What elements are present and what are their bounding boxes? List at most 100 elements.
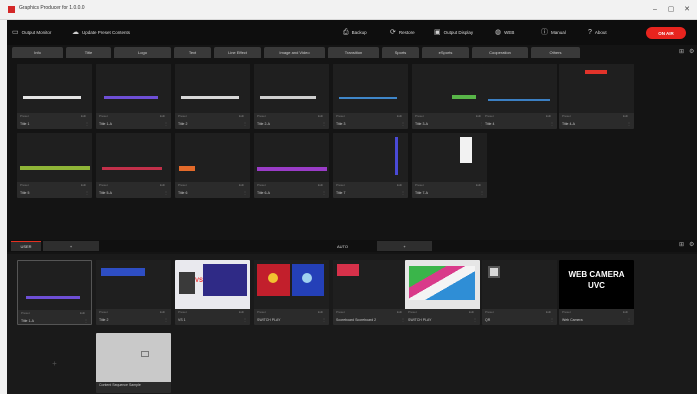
more-icon[interactable]: ⋮ [401,121,405,126]
preset-tile[interactable]: Preset Edit Title 1 ⋮ [17,64,92,129]
about-label: About [594,30,607,35]
tab-info[interactable]: Info [12,47,63,58]
tab-transition[interactable]: Transition [328,47,379,58]
update-contents-button[interactable]: ☁ Update Preset Contents [72,20,130,45]
preset-tile[interactable]: Preset Edit Title 3-A ⋮ [412,64,487,129]
more-icon[interactable]: ⋮ [243,317,247,322]
tile-edit[interactable]: Edit [239,183,244,187]
more-icon[interactable]: ⋮ [322,190,326,195]
preset-tile[interactable]: Preset Edit Title 4 ⋮ [482,64,557,129]
tile-edit[interactable]: Edit [239,310,244,314]
preset-tile[interactable]: Preset Edit Title 2-A ⋮ [254,64,329,129]
more-icon[interactable]: ⋮ [85,121,89,126]
user-preset-tile[interactable]: WEB CAMERA UVC Preset Edit Web Camera ⋮ [559,260,634,325]
tile-edit[interactable]: Edit [469,310,474,314]
user-preset-tile[interactable]: Preset Edit SWITCH PLAY ⋮ [254,260,329,325]
tab-others[interactable]: Others [531,47,580,58]
settings-icon[interactable]: ⚙ [689,48,694,55]
tab-image-and-video[interactable]: Image and Video [264,47,325,58]
maximize-button[interactable]: ▢ [664,4,678,16]
more-icon[interactable]: ⋮ [480,190,484,195]
manual-button[interactable]: ⓘ Manual [541,20,566,45]
more-icon[interactable]: ⋮ [627,121,631,126]
restore-button[interactable]: ⟳ Restore [390,20,415,45]
more-icon[interactable]: ⋮ [164,317,168,322]
tab-esports[interactable]: eSports [422,47,469,58]
tile-edit[interactable]: Edit [81,114,86,118]
tile-edit[interactable]: Edit [476,183,481,187]
minimize-button[interactable]: – [648,4,662,16]
tile-edit[interactable]: Edit [81,183,86,187]
tile-edit[interactable]: Edit [239,114,244,118]
about-button[interactable]: ? About [588,20,607,45]
add-preset-slot[interactable]: + [17,333,92,393]
tab-auto[interactable]: AUTO [330,241,355,251]
preset-tile[interactable]: Preset Edit Title 7-A ⋮ [412,133,487,198]
tile-edit[interactable]: Edit [318,310,323,314]
output-display-button[interactable]: ▣ Output Display [434,20,473,45]
more-icon[interactable]: ⋮ [550,317,554,322]
more-icon[interactable]: ⋮ [550,121,554,126]
user-preset-tile[interactable]: Preset Edit SWITCH PLAY ⋮ [405,260,480,325]
preset-tile[interactable]: Preset Edit Title 1-A ⋮ [96,64,171,129]
on-air-button[interactable]: ON AIR [646,27,686,39]
tile-edit[interactable]: Edit [623,310,628,314]
close-button[interactable]: ✕ [680,4,694,16]
user-preset-tile[interactable]: Preset Edit Title 2 ⋮ [96,260,171,325]
web-button[interactable]: ◍ WEB [495,20,514,45]
preset-tile[interactable]: Preset Edit Title 4-A ⋮ [559,64,634,129]
more-icon[interactable]: ⋮ [627,317,631,322]
more-icon[interactable]: ⋮ [243,121,247,126]
more-icon[interactable]: ⋮ [84,318,88,323]
more-icon[interactable]: ⋮ [322,121,326,126]
more-icon[interactable]: ⋮ [164,121,168,126]
tile-edit[interactable]: Edit [546,114,551,118]
tile-edit[interactable]: Edit [160,114,165,118]
tile-edit[interactable]: Edit [160,310,165,314]
player-graphic [179,272,195,294]
tab-cooperation[interactable]: Cooperation [472,47,528,58]
tab-line-effect[interactable]: Line Effect [214,47,261,58]
tile-edit[interactable]: Edit [476,114,481,118]
user-preset-tile[interactable]: Preset Edit Scoreboard Scoreboard 2 ⋮ [333,260,408,325]
user-preset-tile[interactable]: Preset Edit QR ⋮ [482,260,557,325]
tile-edit[interactable]: Edit [397,183,402,187]
tile-edit[interactable]: Edit [397,114,402,118]
preset-tile[interactable]: Preset Edit Title 3 ⋮ [333,64,408,129]
preset-tile[interactable]: Preset Edit Title 5 ⋮ [17,133,92,198]
tab-text[interactable]: Text [174,47,211,58]
tab-title[interactable]: Title [66,47,111,58]
user-preset-tile[interactable]: Preset Edit Title 1-A ⋮ [17,260,92,325]
tile-edit[interactable]: Edit [318,114,323,118]
update-contents-label: Update Preset Contents [82,30,131,35]
tab-user[interactable]: USER [11,241,41,251]
user-preset-tile[interactable]: Content Sequence Sample [96,333,171,393]
tile-edit[interactable]: Edit [623,114,628,118]
grid-view-icon[interactable]: ⊞ [679,241,684,248]
preset-tile[interactable]: Preset Edit Title 6 ⋮ [175,133,250,198]
preset-tile[interactable]: Preset Edit Title 5-A ⋮ [96,133,171,198]
grid-view-icon[interactable]: ⊞ [679,48,684,55]
tab-logo[interactable]: Logo [114,47,171,58]
add-auto-tab-button[interactable]: + [377,241,432,251]
add-tab-button[interactable]: + [43,241,99,251]
backup-button[interactable]: ⎙ Backup [343,20,367,45]
tile-edit[interactable]: Edit [80,311,85,315]
preset-tile[interactable]: Preset Edit Title 2 ⋮ [175,64,250,129]
tile-edit[interactable]: Edit [397,310,402,314]
tile-edit[interactable]: Edit [160,183,165,187]
settings-icon[interactable]: ⚙ [689,241,694,248]
user-preset-tile[interactable]: VS Preset Edit VS 1 ⋮ [175,260,250,325]
output-monitor-button[interactable]: ▭ Output Monitor [12,20,51,45]
more-icon[interactable]: ⋮ [243,190,247,195]
more-icon[interactable]: ⋮ [322,317,326,322]
more-icon[interactable]: ⋮ [164,190,168,195]
tile-edit[interactable]: Edit [546,310,551,314]
more-icon[interactable]: ⋮ [473,317,477,322]
tab-sports[interactable]: Sports [382,47,419,58]
more-icon[interactable]: ⋮ [401,190,405,195]
tile-edit[interactable]: Edit [318,183,323,187]
preset-tile[interactable]: Preset Edit Title 7 ⋮ [333,133,408,198]
more-icon[interactable]: ⋮ [85,190,89,195]
preset-tile[interactable]: Preset Edit Title 6-A ⋮ [254,133,329,198]
